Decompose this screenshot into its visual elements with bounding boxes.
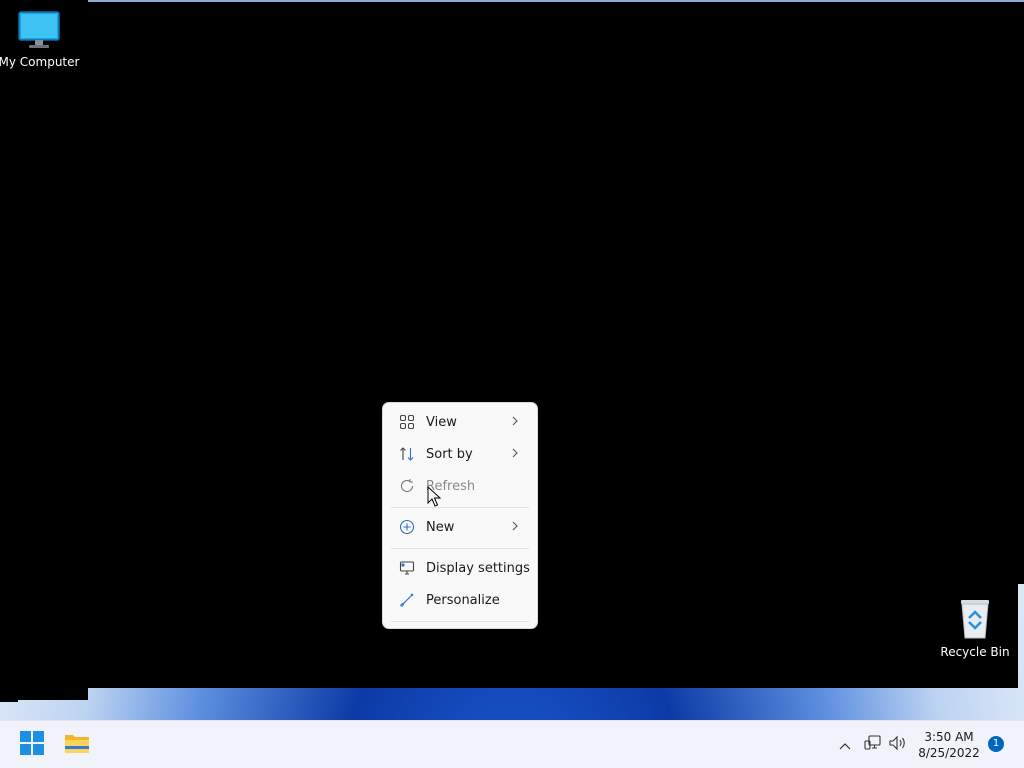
refresh-icon	[398, 477, 416, 495]
menu-separator	[391, 548, 529, 549]
menu-item-view[interactable]: View	[387, 407, 533, 437]
desktop-top-edge	[88, 0, 1024, 2]
grid-icon	[398, 413, 416, 431]
desktop-icon-label: My Computer	[0, 55, 80, 69]
desktop-context-menu: View Sort by Refresh New Display setting…	[382, 402, 538, 629]
menu-item-label: Sort by	[426, 446, 473, 462]
menu-item-new[interactable]: New	[387, 512, 533, 542]
plus-circle-icon	[398, 518, 416, 536]
menu-item-label: Personalize	[426, 592, 500, 608]
menu-item-personalize[interactable]: Personalize	[387, 585, 533, 615]
chevron-right-icon	[511, 447, 519, 463]
desktop-background-left-edge	[0, 0, 18, 702]
desktop-background-right	[1018, 0, 1024, 584]
menu-item-label: Display settings	[426, 560, 530, 576]
windows-logo-icon	[20, 731, 44, 759]
recycle-bin-icon	[955, 600, 995, 643]
taskbar: 3:50 AM 8/25/2022	[0, 720, 1024, 768]
display-icon	[398, 559, 416, 577]
clock-date: 8/25/2022	[918, 746, 980, 760]
chevron-right-icon	[511, 415, 519, 431]
folder-icon	[64, 732, 90, 758]
menu-item-sort-by[interactable]: Sort by	[387, 439, 533, 469]
monitor-icon	[17, 11, 61, 53]
show-hidden-icons-button[interactable]	[830, 729, 860, 761]
clock[interactable]: 3:50 AM 8/25/2022	[918, 729, 980, 761]
chevron-up-icon	[838, 736, 852, 755]
file-explorer-button[interactable]	[61, 729, 93, 761]
clock-time: 3:50 AM	[924, 730, 974, 744]
brush-icon	[398, 591, 416, 609]
notification-badge[interactable]: 1	[988, 736, 1004, 752]
volume-button[interactable]	[885, 729, 911, 761]
desktop-icon-recycle-bin[interactable]: Recycle Bin	[933, 596, 1017, 659]
menu-item-label: New	[426, 519, 455, 535]
network-button[interactable]	[860, 729, 886, 761]
desktop-icon-label: Recycle Bin	[940, 645, 1010, 659]
chevron-right-icon	[511, 520, 519, 536]
speaker-icon	[888, 735, 908, 755]
menu-separator	[391, 621, 529, 622]
menu-item-display-settings[interactable]: Display settings	[387, 553, 533, 583]
start-button[interactable]	[16, 729, 48, 761]
mouse-cursor-icon	[427, 485, 442, 512]
desktop-icon-my-computer[interactable]: My Computer	[0, 10, 81, 69]
sort-icon	[398, 445, 416, 463]
menu-item-refresh[interactable]: Refresh	[387, 471, 533, 501]
menu-item-label: View	[426, 414, 457, 430]
network-icon	[864, 735, 882, 755]
menu-separator	[391, 507, 529, 508]
